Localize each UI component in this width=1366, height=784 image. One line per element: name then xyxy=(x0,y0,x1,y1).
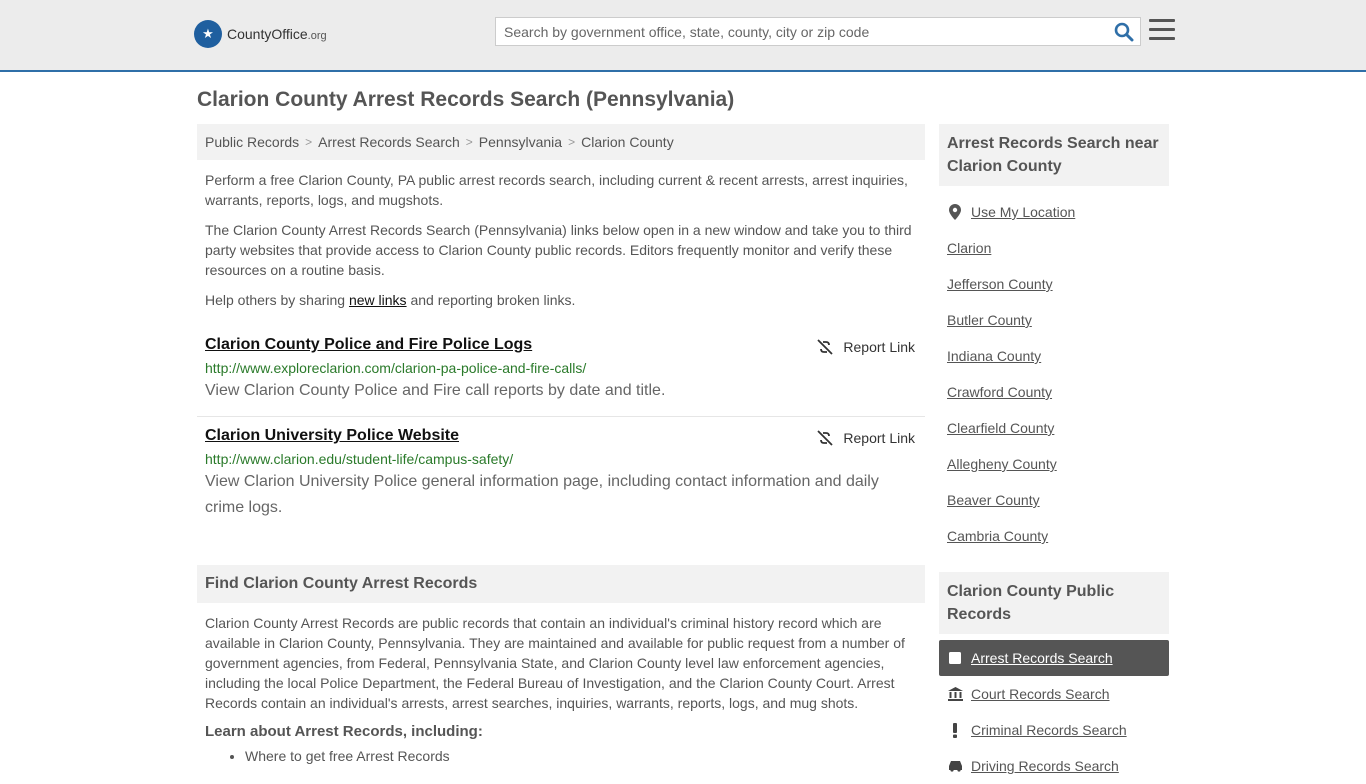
learn-item: Where to get free Arrest Records xyxy=(245,748,925,764)
near-item: Allegheny County xyxy=(947,446,1161,482)
intro-share: Help others by sharing new links and rep… xyxy=(205,292,576,308)
breadcrumb-separator: > xyxy=(568,135,576,149)
menu-bar xyxy=(1149,28,1175,31)
find-section-body: Clarion County Arrest Records are public… xyxy=(205,615,905,711)
search-input[interactable] xyxy=(496,18,1108,45)
site-header: ★ CountyOffice.org xyxy=(0,0,1366,72)
menu-button[interactable] xyxy=(1149,19,1175,43)
page-title: Clarion County Arrest Records Search (Pe… xyxy=(197,88,735,111)
find-section-heading: Find Clarion County Arrest Records xyxy=(197,565,925,603)
record-item: Clarion County Police and Fire Police Lo… xyxy=(197,326,925,417)
intro: Perform a free Clarion County, PA public… xyxy=(197,170,925,310)
report-link-label: Report Link xyxy=(843,339,915,355)
near-item: Jefferson County xyxy=(947,266,1161,302)
sidebar-public-records: Clarion County Public Records Arrest Rec… xyxy=(939,572,1169,784)
public-records-heading: Clarion County Public Records xyxy=(939,572,1169,634)
eagle-seal-icon: ★ xyxy=(194,20,222,48)
map-pin-icon xyxy=(947,204,963,220)
near-item: Clearfield County xyxy=(947,410,1161,446)
breadcrumb-public-records[interactable]: Public Records xyxy=(205,134,299,150)
learn-heading: Learn about Arrest Records, including: xyxy=(205,723,483,740)
report-link-button[interactable]: Report Link xyxy=(817,430,915,446)
public-records-list: Arrest Records Search Court Records Sear… xyxy=(939,640,1169,784)
intro-paragraph: The Clarion County Arrest Records Search… xyxy=(205,222,912,278)
near-list: Use My Location Clarion Jefferson County… xyxy=(939,194,1169,554)
records-list: Clarion County Police and Fire Police Lo… xyxy=(197,326,925,533)
record-description: View Clarion County Police and Fire call… xyxy=(205,382,666,399)
near-item: Clarion xyxy=(947,230,1161,266)
record-item: Clarion University Police Website http:/… xyxy=(197,417,925,533)
breadcrumb-separator: > xyxy=(465,135,473,149)
sidebar-link-criminal-records[interactable]: Criminal Records Search xyxy=(971,722,1127,738)
learn-list: Where to get free Arrest Records xyxy=(197,748,925,764)
sidebar-item-court-records[interactable]: Court Records Search xyxy=(939,676,1169,712)
report-link-button[interactable]: Report Link xyxy=(817,339,915,355)
sidebar-link-driving-records[interactable]: Driving Records Search xyxy=(971,758,1119,774)
courthouse-icon xyxy=(947,687,963,701)
main-content: Public Records > Arrest Records Search >… xyxy=(197,124,925,764)
breadcrumb-arrest-records[interactable]: Arrest Records Search xyxy=(318,134,460,150)
breadcrumb: Public Records > Arrest Records Search >… xyxy=(197,124,925,160)
near-link-clarion[interactable]: Clarion xyxy=(947,240,991,256)
sidebar-item-driving-records[interactable]: Driving Records Search xyxy=(939,748,1169,784)
breadcrumb-separator: > xyxy=(305,135,313,149)
broken-link-icon xyxy=(817,430,834,446)
find-section: Find Clarion County Arrest Records Clari… xyxy=(197,565,925,764)
sidebar-link-court-records[interactable]: Court Records Search xyxy=(971,686,1110,702)
sidebar-link-arrest-records[interactable]: Arrest Records Search xyxy=(971,650,1113,666)
logo-text: CountyOffice.org xyxy=(227,26,327,42)
use-location-link[interactable]: Use My Location xyxy=(971,204,1075,220)
record-description: View Clarion University Police general i… xyxy=(205,473,879,516)
sidebar-near: Arrest Records Search near Clarion Count… xyxy=(939,124,1169,554)
near-item: Cambria County xyxy=(947,518,1161,554)
menu-bar xyxy=(1149,19,1175,22)
car-icon xyxy=(947,760,963,772)
near-item: Crawford County xyxy=(947,374,1161,410)
search-button[interactable] xyxy=(1108,18,1140,45)
record-url: http://www.exploreclarion.com/clarion-pa… xyxy=(205,360,587,376)
near-link-butler[interactable]: Butler County xyxy=(947,312,1032,328)
site-logo[interactable]: ★ CountyOffice.org xyxy=(194,20,327,48)
near-heading: Arrest Records Search near Clarion Count… xyxy=(939,124,1169,186)
report-link-label: Report Link xyxy=(843,430,915,446)
exclamation-icon xyxy=(947,722,963,738)
breadcrumb-pennsylvania[interactable]: Pennsylvania xyxy=(479,134,562,150)
near-link-allegheny[interactable]: Allegheny County xyxy=(947,456,1057,472)
sidebar-item-criminal-records[interactable]: Criminal Records Search xyxy=(939,712,1169,748)
search-box xyxy=(495,17,1141,46)
sidebar-item-arrest-records[interactable]: Arrest Records Search xyxy=(939,640,1169,676)
record-title-link[interactable]: Clarion University Police Website xyxy=(205,427,459,444)
record-url: http://www.clarion.edu/student-life/camp… xyxy=(205,451,514,467)
near-link-beaver[interactable]: Beaver County xyxy=(947,492,1040,508)
near-link-indiana[interactable]: Indiana County xyxy=(947,348,1041,364)
intro-paragraph: Perform a free Clarion County, PA public… xyxy=(205,172,908,208)
broken-link-icon xyxy=(817,339,834,355)
near-link-jefferson[interactable]: Jefferson County xyxy=(947,276,1053,292)
menu-bar xyxy=(1149,37,1175,40)
near-link-cambria[interactable]: Cambria County xyxy=(947,528,1048,544)
breadcrumb-clarion-county[interactable]: Clarion County xyxy=(581,134,674,150)
use-location-item: Use My Location xyxy=(947,194,1161,230)
near-item: Indiana County xyxy=(947,338,1161,374)
near-link-clearfield[interactable]: Clearfield County xyxy=(947,420,1054,436)
near-link-crawford[interactable]: Crawford County xyxy=(947,384,1052,400)
search-icon xyxy=(1114,22,1134,41)
square-icon xyxy=(947,652,963,664)
new-links-link[interactable]: new links xyxy=(349,292,407,308)
near-item: Beaver County xyxy=(947,482,1161,518)
record-title-link[interactable]: Clarion County Police and Fire Police Lo… xyxy=(205,336,532,353)
near-item: Butler County xyxy=(947,302,1161,338)
